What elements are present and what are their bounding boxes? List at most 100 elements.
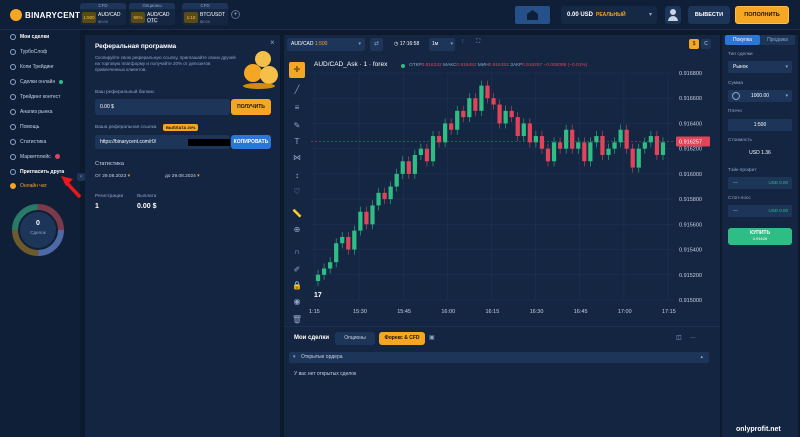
x-tick-label: 16:30 [530, 309, 544, 315]
statistics-title: Статистика [95, 161, 124, 167]
x-tick-label: 1:15 [309, 309, 320, 315]
candle [376, 192, 381, 206]
candle [636, 148, 641, 168]
tab-options[interactable]: Опционы [335, 332, 375, 345]
chevron-up-icon: ▴ [700, 354, 703, 360]
cost-value: USD 1.36 [749, 150, 771, 156]
current-price-label: 0.916257 [679, 139, 702, 145]
sidebar-item-contest[interactable]: Трейдинг контест [10, 92, 60, 101]
payout-label: Выплата [137, 194, 157, 199]
candle [539, 136, 545, 149]
x-tick-label: 15:30 [353, 309, 367, 315]
candle [461, 110, 466, 118]
asset-tab-percent: 95% [131, 12, 145, 23]
asset-tab-btc-usdt[interactable]: CFD 1:10 BTC/USDT $0.00 [182, 3, 228, 25]
candle [467, 98, 472, 118]
asset-tab-category: CFD [80, 3, 126, 9]
order-type-value: Рынок [733, 64, 748, 70]
price-chart: 0.916800 0.916600 0.916400 0.916200 0.916000… [309, 71, 710, 315]
candle [321, 268, 327, 275]
tab-sell[interactable]: Продажа [760, 35, 795, 45]
asset-tab-name: BTC/USDT [200, 12, 225, 18]
candle [570, 129, 575, 149]
asset-tab-aud-cad-otc[interactable]: Опционы 95% AUD/CAD OTC $0.00 [129, 3, 175, 25]
copy-icon [10, 63, 16, 70]
sidebar-item-online-chat[interactable]: Онлайн чат [10, 181, 47, 190]
candle [473, 98, 478, 111]
more-icon[interactable]: … [690, 334, 696, 340]
sidebar-item-label: Анализ рынка [20, 108, 53, 115]
sidebar-item-label: Онлайн чат [20, 182, 47, 189]
order-type-select[interactable]: Рынок ▾ [728, 61, 792, 73]
link-label: Ваша реферальная ссылка [95, 125, 157, 130]
sidebar-item-copy-trading[interactable]: Копи Трейдинг [10, 62, 54, 71]
sidebar-item-invite-friend[interactable]: Пригласить друга [10, 167, 64, 176]
logo[interactable]: BINARYCENT [10, 9, 80, 21]
balance-amount: 0.00 USD [567, 12, 594, 18]
asset-tab-percent: 1:500 [82, 12, 96, 23]
candle [600, 136, 605, 155]
get-button[interactable]: ПОЛУЧИТЬ [231, 99, 271, 115]
withdraw-button[interactable]: ВЫВЕСТИ [688, 6, 730, 24]
sidebar-item-statistics[interactable]: Статистика [10, 137, 46, 146]
expand-icon[interactable]: ◫ [676, 334, 682, 341]
candle [624, 129, 629, 149]
coins-illustration [243, 51, 278, 89]
order-tabs: Покупка Продажа [725, 35, 795, 45]
promo-icon[interactable] [515, 6, 550, 24]
balance-selector[interactable]: 0.00 USD РЕАЛЬНЫЙ ▾ [561, 6, 657, 24]
calendar-icon[interactable]: ▣ [429, 334, 435, 341]
date-to-value: до 29.08.2024 [165, 174, 196, 179]
stop-loss-input[interactable]: — USD 0.00 [728, 205, 792, 217]
sidebar-item-label: Трейдинг контест [20, 93, 61, 100]
watermark: onlyprofit.net [736, 426, 781, 433]
deposit-button[interactable]: ПОПОЛНИТЬ [735, 6, 789, 24]
candle [618, 129, 623, 143]
amount-input[interactable]: 1000.00 ▾ [728, 90, 792, 102]
buy-price: 0.91626 [752, 236, 768, 241]
asset-tab-aud-cad[interactable]: CFD 1:500 AUD/CAD $0.00 [80, 3, 126, 25]
sidebar-item-help[interactable]: Помощь [10, 122, 39, 131]
amount-label: Сумма [728, 81, 744, 86]
open-orders-bar[interactable]: ▾ Открытые ордера ▴ [289, 352, 709, 363]
user-icon[interactable] [665, 6, 681, 24]
copy-button[interactable]: КОПИРОВАТЬ [231, 135, 271, 149]
registrations-value: 1 [95, 203, 99, 210]
x-tick-label: 16:45 [574, 309, 588, 315]
x-tick-label: 15:45 [397, 309, 411, 315]
sidebar-item-turbo[interactable]: ТурбоСлоф [10, 47, 47, 56]
candle [564, 129, 569, 149]
candle [358, 211, 363, 231]
date-from-picker[interactable]: От 29.08.2023 ▾ [95, 174, 130, 179]
sidebar-item-marketplace[interactable]: Маркетплейс [10, 152, 60, 161]
x-tick-label: 17:00 [618, 309, 632, 315]
help-icon [10, 123, 16, 130]
invite-icon [10, 168, 16, 175]
candle [485, 85, 490, 99]
payout-value: 0.00 $ [137, 203, 157, 210]
cost-label: Стоимость [728, 138, 753, 143]
y-tick-label: 0.916600 [679, 96, 702, 102]
add-asset-tab-button[interactable]: + [231, 10, 240, 19]
candle [630, 148, 635, 168]
open-orders-label: Открытые ордера [301, 354, 343, 360]
candle [455, 110, 460, 130]
asset-tab-sub: $0.00 [147, 19, 158, 24]
candle [449, 123, 454, 130]
sidebar-item-market-analysis[interactable]: Анализ рынка [10, 107, 52, 116]
date-from-value: От 29.08.2023 [95, 174, 127, 179]
payout-badge: ВЫПЛАТА 20% [163, 124, 199, 131]
leverage-select[interactable]: 1:500 [728, 119, 792, 131]
turbo-icon [10, 48, 16, 55]
take-profit-input[interactable]: — USD 0.00 [728, 177, 792, 189]
sidebar-item-my-deals[interactable]: Мои сделки [10, 32, 49, 41]
tab-buy[interactable]: Покупка [725, 35, 760, 45]
tab-forex-cfd[interactable]: Форекс & CFD [379, 332, 425, 345]
sidebar-item-online-deals[interactable]: Сделки онлайн [10, 77, 64, 86]
deals-ring-widget: 0 Сделок [10, 202, 66, 258]
close-icon[interactable]: × [270, 38, 275, 47]
take-profit-label: Тэйк-профит [728, 168, 757, 173]
candle [582, 142, 587, 162]
date-to-picker[interactable]: до 29.08.2024 ▾ [165, 174, 200, 179]
buy-button[interactable]: КУПИТЬ 0.91626 [728, 228, 792, 245]
